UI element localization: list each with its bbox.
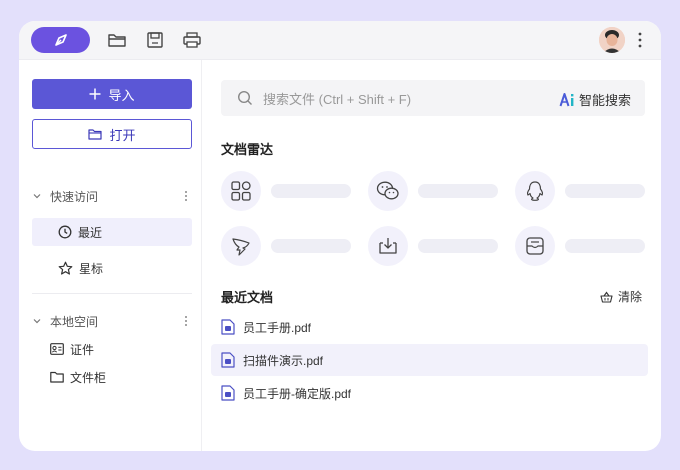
dingtalk-icon xyxy=(232,238,250,256)
search-input[interactable]: 搜索文件 (Ctrl + Shift + F) xyxy=(263,89,411,108)
radar-source-qq[interactable] xyxy=(515,171,645,211)
radar-source-circle xyxy=(368,226,408,266)
radar-source-dingtalk[interactable] xyxy=(221,226,351,266)
sidebar-item-label: 证件 xyxy=(70,342,95,357)
radar-source-downloads[interactable] xyxy=(368,226,498,266)
file-name: 员工手册.pdf xyxy=(243,320,312,335)
quick-access-header[interactable]: 快速访问 xyxy=(32,186,192,206)
list-item[interactable]: 员工手册.pdf xyxy=(211,311,648,343)
list-item[interactable]: 扫描件演示.pdf xyxy=(211,344,648,376)
sidebar-item-label: 文件柜 xyxy=(70,370,107,385)
import-label: 导入 xyxy=(108,87,135,103)
quick-access-title: 快速访问 xyxy=(50,189,99,204)
mail-inbox-icon xyxy=(526,237,544,255)
top-toolbar xyxy=(19,21,661,60)
more-vertical-icon[interactable] xyxy=(184,315,188,327)
list-item[interactable]: 员工手册-确定版.pdf xyxy=(211,377,648,409)
search-bar[interactable]: 搜索文件 (Ctrl + Shift + F) 智能搜索 xyxy=(221,80,645,116)
clear-button[interactable]: 清除 xyxy=(600,288,642,305)
id-card-icon xyxy=(50,343,64,355)
download-icon xyxy=(379,238,397,254)
radar-placeholder-bar xyxy=(565,239,645,253)
more-vertical-icon[interactable] xyxy=(184,190,188,202)
sidebar-item-file-cabinet[interactable]: 文件柜 xyxy=(50,367,106,387)
save-icon[interactable] xyxy=(145,30,165,50)
radar-source-mail[interactable] xyxy=(515,226,645,266)
avatar[interactable] xyxy=(599,27,625,53)
apps-grid-icon xyxy=(231,181,251,201)
search-icon xyxy=(237,90,252,105)
clear-label: 清除 xyxy=(618,290,643,304)
radar-placeholder-bar xyxy=(418,239,498,253)
radar-source-circle xyxy=(221,171,261,211)
smart-search-button[interactable]: 智能搜索 xyxy=(559,90,631,109)
radar-placeholder-bar xyxy=(271,184,351,198)
radar-placeholder-bar xyxy=(565,184,645,198)
smart-search-label: 智能搜索 xyxy=(578,93,631,108)
folder-icon xyxy=(50,371,64,383)
pdf-file-icon xyxy=(221,319,235,335)
radar-source-circle xyxy=(515,226,555,266)
plus-icon xyxy=(89,88,101,100)
basket-icon xyxy=(600,291,613,303)
sidebar-item-label: 星标 xyxy=(79,261,104,276)
import-button[interactable]: 导入 xyxy=(32,79,192,109)
local-space-title: 本地空间 xyxy=(50,314,99,329)
qq-icon xyxy=(527,181,543,201)
radar-title: 文档雷达 xyxy=(221,142,274,157)
folder-icon[interactable] xyxy=(107,30,127,50)
radar-source-circle xyxy=(221,226,261,266)
local-space-header[interactable]: 本地空间 xyxy=(32,311,192,331)
open-button[interactable]: 打开 xyxy=(32,119,192,149)
sidebar: 导入 打开 快速访问 最近 星标 本地空间 证件 文件柜 xyxy=(19,60,202,451)
file-name: 扫描件演示.pdf xyxy=(243,353,324,368)
user-avatar-icon xyxy=(599,27,625,53)
sidebar-item-label: 最近 xyxy=(78,225,103,240)
pdf-file-icon xyxy=(221,385,235,401)
app-logo-button[interactable] xyxy=(31,27,90,53)
folder-open-icon xyxy=(88,129,103,140)
chevron-down-icon xyxy=(33,319,41,324)
radar-source-circle xyxy=(515,171,555,211)
pdf-file-icon xyxy=(221,352,235,368)
sidebar-item-starred[interactable]: 星标 xyxy=(32,254,192,282)
chevron-down-icon xyxy=(33,194,41,199)
radar-source-wechat[interactable] xyxy=(368,171,498,211)
sidebar-divider xyxy=(32,293,192,294)
print-icon[interactable] xyxy=(182,30,202,50)
sidebar-item-id-docs[interactable]: 证件 xyxy=(50,339,94,359)
file-name: 员工手册-确定版.pdf xyxy=(243,386,352,401)
clock-icon xyxy=(58,225,72,239)
wechat-icon xyxy=(376,181,399,200)
open-label: 打开 xyxy=(109,127,136,143)
radar-placeholder-bar xyxy=(271,239,351,253)
more-vertical-icon[interactable] xyxy=(637,31,643,49)
recent-title: 最近文档 xyxy=(221,290,274,305)
pen-logo-icon xyxy=(54,34,67,46)
radar-placeholder-bar xyxy=(418,184,498,198)
radar-source-apps[interactable] xyxy=(221,171,351,211)
sidebar-item-recent[interactable]: 最近 xyxy=(32,218,192,246)
radar-source-circle xyxy=(368,171,408,211)
ai-search-icon xyxy=(559,92,574,106)
star-icon xyxy=(58,261,73,275)
app-window: 导入 打开 快速访问 最近 星标 本地空间 证件 文件柜 搜索文件 (Ctrl … xyxy=(19,21,661,451)
